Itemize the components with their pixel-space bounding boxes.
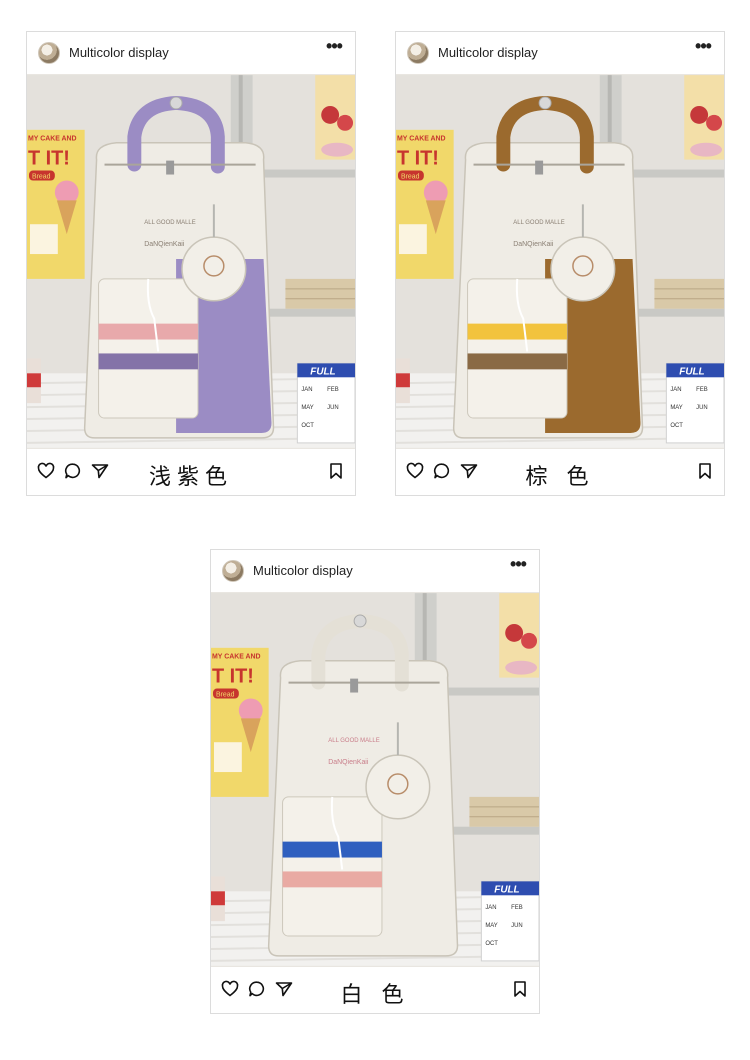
poster-tag-text: Bread bbox=[401, 174, 420, 181]
calendar-month: FEB bbox=[327, 387, 339, 393]
calendar-month: FEB bbox=[696, 387, 708, 393]
zipper-pull bbox=[166, 160, 175, 175]
calendar-month: JUN bbox=[327, 405, 339, 411]
calendar-brand: FULL bbox=[494, 884, 519, 895]
avatar[interactable] bbox=[222, 560, 244, 582]
bag-brand-text: ALL GOOD MALLE bbox=[513, 220, 564, 226]
post-card-white: Multicolor display ••• MY CAKE AND T IT! B… bbox=[210, 549, 540, 1014]
color-caption: 白 色 bbox=[340, 983, 410, 1008]
bag-brand-text-2: DaNQienKaii bbox=[513, 241, 554, 248]
calendar-brand: FULL bbox=[679, 366, 704, 377]
username[interactable]: Multicolor display bbox=[438, 45, 538, 60]
calendar-month: MAY bbox=[485, 923, 497, 929]
shelf bbox=[252, 169, 355, 178]
calendar-brand: FULL bbox=[310, 366, 335, 377]
post-card-light-purple: Multicolor display ••• MY CAKE AND T IT! B… bbox=[26, 31, 356, 496]
poster-big-text: T IT! bbox=[212, 666, 254, 688]
books bbox=[469, 796, 539, 827]
post-header: Multicolor display ••• bbox=[27, 32, 355, 73]
more-icon[interactable]: ••• bbox=[692, 37, 714, 60]
poster-big-text: T IT! bbox=[28, 148, 70, 170]
zipper-pull bbox=[350, 678, 359, 693]
calendar-month: OCT bbox=[670, 423, 683, 429]
bag-brand-text-2: DaNQienKaii bbox=[144, 241, 185, 248]
calendar-month: JAN bbox=[670, 387, 681, 393]
avatar[interactable] bbox=[38, 42, 60, 64]
product-photo[interactable]: MY CAKE AND T IT! Bread FULL JAN FEB MAY JUN OCT… bbox=[27, 74, 355, 449]
books bbox=[285, 278, 355, 309]
username[interactable]: Multicolor display bbox=[253, 563, 353, 578]
poster-top-text: MY CAKE AND bbox=[28, 136, 77, 143]
post-card-brown: Multicolor display ••• MY CAKE AND T IT! B… bbox=[395, 31, 725, 496]
calendar-month: MAY bbox=[670, 405, 682, 411]
product-photo[interactable]: MY CAKE AND T IT! Bread FULL JAN FEB MAY JUN OCT… bbox=[396, 74, 724, 449]
poster-big-text: T IT! bbox=[397, 148, 439, 170]
handle-ring bbox=[353, 614, 367, 628]
pocket-stripe-2 bbox=[98, 353, 198, 370]
backpack-photo-illustration: MY CAKE AND T IT! Bread FULL JAN FEB MAY JUN OCT… bbox=[27, 75, 355, 448]
calendar-month: JAN bbox=[301, 387, 312, 393]
avatar[interactable] bbox=[407, 42, 429, 64]
backpack-photo-illustration: MY CAKE AND T IT! Bread FULL JAN FEB MAY JUN OCT… bbox=[211, 593, 539, 966]
shelf bbox=[621, 169, 724, 178]
pocket-stripe-1 bbox=[282, 841, 382, 858]
post-footer: 棕 色 bbox=[396, 449, 724, 495]
pocket-stripe-1 bbox=[98, 323, 198, 340]
handle-ring bbox=[169, 96, 183, 110]
post-header: Multicolor display ••• bbox=[211, 550, 539, 591]
calendar-month: JUN bbox=[696, 405, 708, 411]
more-icon[interactable]: ••• bbox=[507, 555, 529, 578]
pocket-stripe-2 bbox=[467, 353, 567, 370]
page: Multicolor display ••• MY CAKE AND T IT! B… bbox=[0, 0, 750, 1060]
username[interactable]: Multicolor display bbox=[69, 45, 169, 60]
poster-tag-text: Bread bbox=[32, 174, 51, 181]
calendar-month: OCT bbox=[485, 941, 498, 947]
color-caption: 浅紫色 bbox=[148, 465, 233, 490]
handle-ring bbox=[538, 96, 552, 110]
poster-top-text: MY CAKE AND bbox=[212, 654, 261, 661]
bookmark-icon[interactable] bbox=[326, 461, 346, 481]
coin-pouch bbox=[365, 754, 431, 820]
shelf bbox=[436, 687, 539, 696]
coin-pouch bbox=[181, 236, 247, 302]
pocket-stripe-2 bbox=[282, 871, 382, 888]
calendar-month: OCT bbox=[301, 423, 314, 429]
calendar-month: MAY bbox=[301, 405, 313, 411]
bag-brand-text: ALL GOOD MALLE bbox=[328, 738, 379, 744]
zipper-pull bbox=[535, 160, 544, 175]
pocket-stripe-1 bbox=[467, 323, 567, 340]
more-icon[interactable]: ••• bbox=[323, 37, 345, 60]
bookmark-icon[interactable] bbox=[695, 461, 715, 481]
color-caption: 棕 色 bbox=[525, 465, 595, 490]
product-photo[interactable]: MY CAKE AND T IT! Bread FULL JAN FEB MAY JUN OCT… bbox=[211, 592, 539, 967]
backpack-photo-illustration: MY CAKE AND T IT! Bread FULL JAN FEB MAY JUN OCT… bbox=[396, 75, 724, 448]
books bbox=[654, 278, 724, 309]
calendar-month: FEB bbox=[511, 905, 523, 911]
poster-top-text: MY CAKE AND bbox=[397, 136, 446, 143]
bag-brand-text: ALL GOOD MALLE bbox=[144, 220, 195, 226]
bag-brand-text-2: DaNQienKaii bbox=[328, 759, 369, 766]
calendar-month: JAN bbox=[485, 905, 496, 911]
poster-tag-text: Bread bbox=[216, 692, 235, 699]
post-footer: 浅紫色 bbox=[27, 449, 355, 495]
coin-pouch bbox=[550, 236, 616, 302]
post-header: Multicolor display ••• bbox=[396, 32, 724, 73]
bookmark-icon[interactable] bbox=[510, 979, 530, 999]
calendar-month: JUN bbox=[511, 923, 523, 929]
post-footer: 白 色 bbox=[211, 967, 539, 1013]
